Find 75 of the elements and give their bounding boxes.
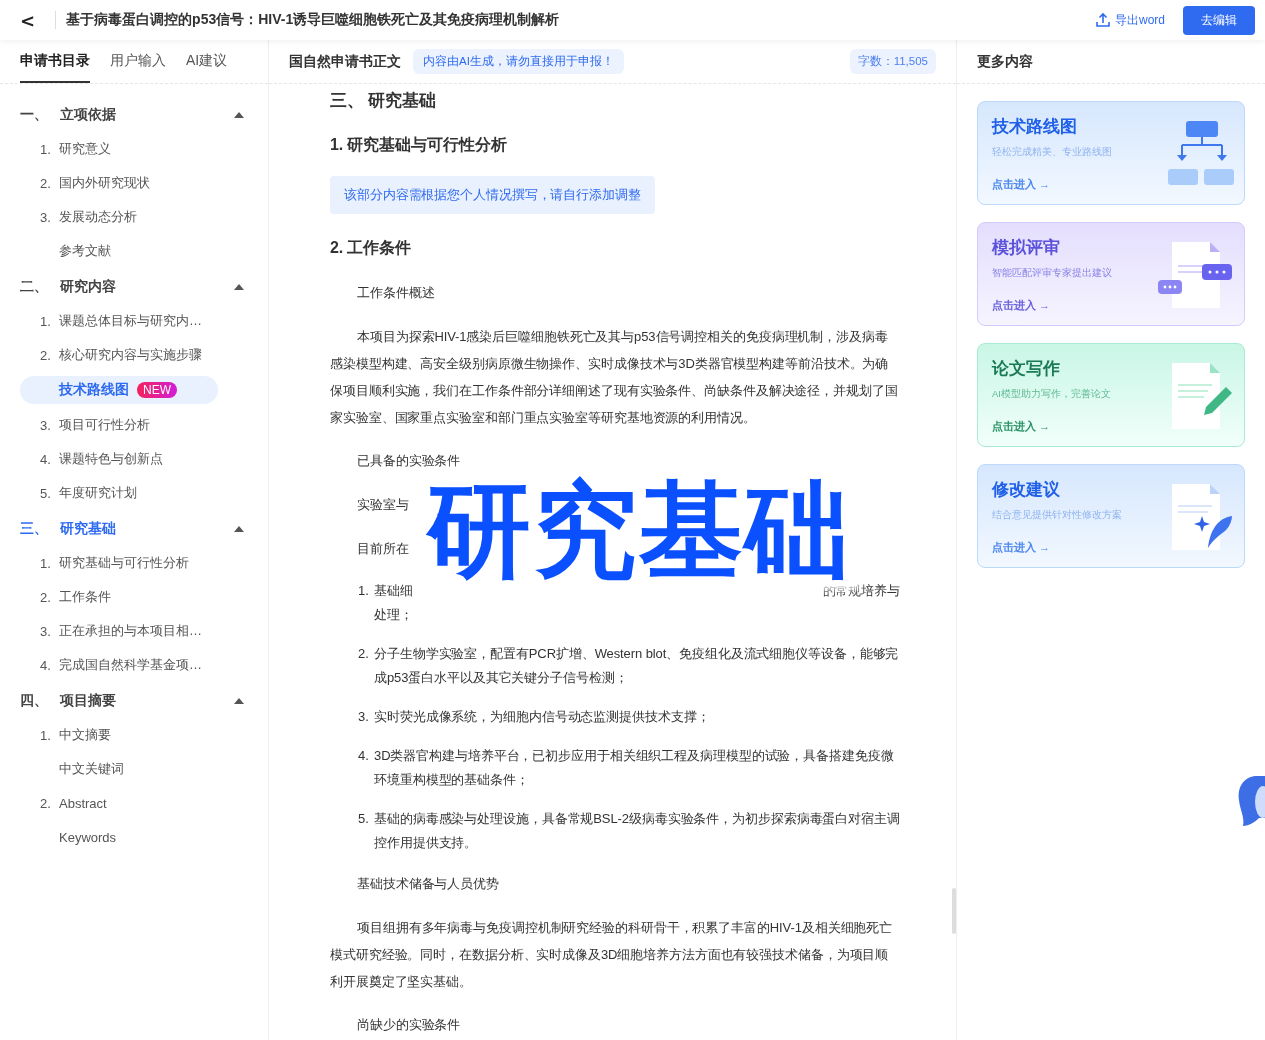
card-subtitle: 结合意见提供针对性修改方案: [992, 508, 1122, 522]
paragraph-label: 实验室与: [356, 496, 410, 514]
sidebar-tab[interactable]: 用户输入: [110, 40, 166, 83]
enter-link[interactable]: 点击进入 →: [992, 297, 1112, 313]
toc-item[interactable]: 3. 项目可行性分析: [0, 408, 268, 442]
toc-item[interactable]: 4. 课题特色与创新点: [0, 442, 268, 476]
paragraph-label: 已具备的实验条件: [356, 452, 462, 470]
sidebar-tab[interactable]: AI建议: [186, 40, 228, 83]
feature-card[interactable]: 模拟评审 智能匹配评审专家提出建议 点击进入 →: [977, 222, 1245, 326]
card-subtitle: 智能匹配评审专家提出建议: [992, 266, 1112, 280]
back-button[interactable]: <: [14, 9, 42, 31]
card-title: 技术路线图: [992, 115, 1078, 138]
feature-card[interactable]: 论文写作 AI模型助力写作，完善论文 点击进入 →: [977, 343, 1245, 447]
ai-notice: 内容由AI生成，请勿直接用于申报！: [413, 49, 624, 74]
overlay-caption: 研究基础: [421, 474, 857, 586]
new-badge: NEW: [137, 382, 177, 398]
list-number: 1.: [358, 582, 370, 600]
paragraph: 项目组拥有多年病毒与免疫调控机制研究经验的科研骨干，积累了丰富的HIV-1及相关细胞死亡模式研究经验。同时，在数据分析、实时成像及3D细胞培养方法方面也有较强技术储备，为项目顺利开展奠定了坚实基础。: [330, 919, 894, 991]
card-subtitle: 轻松完成精美、专业路线图: [992, 145, 1112, 159]
toc-item[interactable]: 2. 国内外研究现状: [0, 166, 268, 200]
toc-item[interactable]: 5. 年度研究计划: [0, 476, 268, 510]
toc-item[interactable]: 3. 发展动态分析: [0, 200, 268, 234]
toc-item[interactable]: 1. 研究意义: [0, 132, 268, 166]
sidebar-tab[interactable]: 申请书目录: [20, 40, 90, 83]
edit-button[interactable]: 去编辑: [1183, 5, 1255, 35]
paragraph-label: 基础技术储备与人员优势: [356, 875, 500, 893]
toc-item[interactable]: 1. 中文摘要: [0, 718, 268, 752]
list-text: 基础的病毒感染与处理设施，具备常规BSL-2级病毒实验条件，为初步探索病毒蛋白对宿主调控作用提供支持。: [374, 810, 900, 852]
upload-icon: [1095, 12, 1111, 28]
feature-card[interactable]: 技术路线图 轻松完成精美、专业路线图 点击进入 →: [977, 101, 1245, 205]
toc-item[interactable]: 参考文献: [0, 234, 268, 268]
hint-box: 该部分内容需根据您个人情况撰写，请自行添加调整: [330, 176, 655, 214]
flowchart-icon: [1168, 119, 1234, 187]
export-link[interactable]: 导出word: [1095, 11, 1165, 29]
enter-link[interactable]: 点击进入 →: [992, 418, 1111, 434]
panel-title: 更多内容: [957, 40, 1265, 84]
panel-title: 国自然申请书正文: [289, 52, 401, 71]
section-heading: 三、 研究基础: [330, 90, 438, 112]
paragraph-label: 工作条件概述: [356, 284, 436, 302]
list-text: 处理；: [374, 606, 413, 624]
toc-item[interactable]: 1. 研究基础与可行性分析: [0, 546, 268, 580]
paragraph: 本项目为探索HIV-1感染后巨噬细胞铁死亡及其与p53信号调控相关的免疫病理机制，涉及病毒感染模型构建、高安全级别病原微生物操作、实时成像技术与3D类器官模型构建等前沿技术。为确保项目顺利实施，我们在工作条件部分详细阐述了现有实验条件、尚缺条件及解决途径，并规划了国家实验室、国家重点实验室和部门重点实验室等研究基地资源的利用情况。: [330, 328, 899, 427]
document-title: 基于病毒蛋白调控的p53信号：HIV-1诱导巨噬细胞铁死亡及其免疫病理机制解析: [66, 11, 560, 29]
toc-section[interactable]: 四、 项目摘要: [0, 684, 268, 718]
list-text: 分子生物学实验室，配置有PCR扩增、Western blot、免疫组化及流式细胞仪等设备，能够完成p53蛋白水平以及其它关键分子信号检测；: [374, 645, 900, 687]
subsection-heading: 1. 研究基础与可行性分析: [330, 135, 508, 155]
toc-section[interactable]: 三、 研究基础: [0, 512, 268, 546]
toc-section[interactable]: 一、 立项依据: [0, 98, 268, 132]
feature-card[interactable]: 修改建议 结合意见提供针对性修改方案 点击进入 →: [977, 464, 1245, 568]
card-subtitle: AI模型助力写作，完善论文: [992, 387, 1111, 401]
card-title: 模拟评审: [992, 236, 1061, 259]
toc-item[interactable]: 2. Abstract: [0, 786, 268, 820]
toc-item[interactable]: Keywords: [0, 820, 268, 854]
list-number: 3.: [358, 708, 370, 726]
toc-item[interactable]: 2. 核心研究内容与实施步骤: [0, 338, 268, 372]
list-text: 3D类器官构建与培养平台，已初步应用于相关组织工程及病理模型的试验，具备搭建免疫微环境重构模型的基础条件；: [374, 747, 895, 789]
subsection-heading: 2. 工作条件: [330, 238, 413, 258]
list-number: 2.: [358, 645, 370, 663]
toc-item[interactable]: 4. 完成国自然科学基金项…: [0, 648, 268, 682]
toc-item[interactable]: 1. 课题总体目标与研究内…: [0, 304, 268, 338]
card-title: 论文写作: [992, 357, 1061, 380]
document-chat-icon: [1158, 240, 1234, 308]
toc-item[interactable]: 3. 正在承担的与本项目相…: [0, 614, 268, 648]
toc-item[interactable]: 2. 工作条件: [0, 580, 268, 614]
card-title: 修改建议: [992, 478, 1061, 501]
list-number: 5.: [358, 810, 370, 828]
toc-item[interactable]: 技术路线图 NEW: [20, 376, 218, 404]
paragraph-label: 目前所在: [356, 540, 410, 558]
word-count: 字数：11,505: [849, 49, 936, 74]
list-text: 实时荧光成像系统，为细胞内信号动态监测提供技术支撑；: [374, 708, 711, 726]
toc-item[interactable]: 中文关键词: [0, 752, 268, 786]
toc-section[interactable]: 二、 研究内容: [0, 270, 268, 304]
paragraph-label: 尚缺少的实验条件: [356, 1016, 462, 1034]
list-number: 4.: [358, 747, 370, 765]
list-text: 基础细: [374, 582, 413, 600]
